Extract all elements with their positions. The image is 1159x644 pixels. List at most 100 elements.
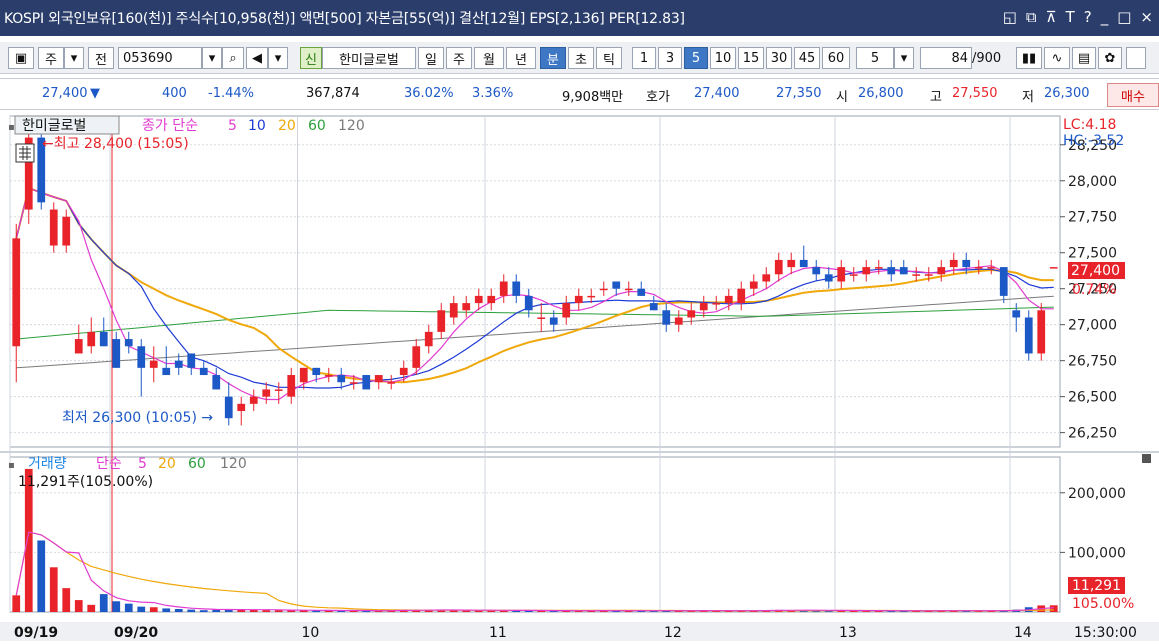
market-select[interactable]: 주 [38,47,64,69]
maximize-button[interactable]: □ [1117,8,1131,26]
period-minute[interactable]: 분 [540,47,566,69]
candle-body [12,238,21,347]
candle-body [762,274,771,282]
ma60-legend: 60 [308,118,326,134]
candle-body [612,281,621,289]
settings-icon[interactable]: ✿ [1098,47,1122,69]
minimize-button[interactable]: _ [1101,8,1109,26]
interval-10[interactable]: 10 [710,47,736,69]
candle-body [237,403,246,412]
candle-body [299,367,308,383]
volume-note: 11,291주(105.00%) [18,474,153,490]
volume-legend-ma-label: 단순 [96,456,122,472]
interval-input[interactable]: 5 [856,47,894,69]
save-icon[interactable]: ▤ [1072,47,1096,69]
candle-body [112,339,121,368]
candle-style-icon[interactable]: ▮▮ [1016,47,1042,69]
market-dropdown-icon[interactable]: ▾ [64,47,84,69]
interval-3[interactable]: 3 [658,47,682,69]
vol-ma5-line [15,531,1054,612]
candle-body [574,295,583,304]
price-tick-label: 28,000 [1068,174,1117,190]
interval-60[interactable]: 60 [822,47,850,69]
stock-code-input[interactable]: 053690 [118,47,202,69]
period-week[interactable]: 주 [446,47,472,69]
quote-bar: 27,400 ▼ 400 -1.44% 367,874 36.02% 3.36%… [0,78,1159,110]
interval-30[interactable]: 30 [766,47,792,69]
candle-body [887,267,896,275]
interval-5[interactable]: 5 [684,47,708,69]
ma120-line [16,295,1054,369]
speaker-dropdown-icon[interactable]: ▾ [268,47,288,69]
draw-tool-icon[interactable]: ∿ [1044,47,1070,69]
candle-body [1012,310,1021,318]
help-button[interactable]: ? [1084,8,1092,26]
change-percent: -1.44% [208,86,254,101]
volume-bar [62,588,71,612]
interval-dropdown-icon[interactable]: ▾ [894,47,914,69]
window-controls: ◱ ⧉ ⊼ T ? _ □ × [1003,8,1153,26]
volume-bar [187,609,196,612]
category-select[interactable]: 전 [88,47,114,69]
checkbox[interactable] [1126,47,1146,69]
candle-body [549,317,558,325]
font-icon[interactable]: T [1066,8,1075,26]
price-change: 400 [162,86,187,101]
ma60-line [16,306,1054,340]
buy-button[interactable]: 매수 [1107,83,1159,107]
candle-body [512,281,521,296]
candle-body [999,267,1008,296]
speaker-icon[interactable]: ◀ [246,47,268,69]
period-day[interactable]: 일 [418,47,444,69]
interval-45[interactable]: 45 [794,47,820,69]
bid-price: 27,350 [776,86,822,101]
period-year[interactable]: 년 [506,47,536,69]
search-icon[interactable]: ⌕ [222,47,244,69]
count-input[interactable]: 84 [920,47,972,69]
code-dropdown-icon[interactable]: ▾ [202,47,222,69]
x-axis-time: 15:30:00 [1074,625,1137,641]
candle-body [287,375,296,397]
candle-body [149,360,158,368]
candle-body [687,310,696,318]
candle-body [487,295,496,304]
price-tick-label: 27,750 [1068,210,1117,226]
close-button[interactable]: × [1140,8,1153,26]
interval-15[interactable]: 15 [738,47,764,69]
candle-body [774,259,783,275]
ma5-line [15,187,1054,401]
chart-area[interactable]: 28,250 28,000 27,750 27,500 27,250 27,000 26,7… [0,112,1159,641]
candle-body [62,216,71,246]
ma10-legend: 10 [248,118,266,134]
price-tick-label: 26,250 [1068,426,1117,442]
chart-svg[interactable]: 28,25028,00027,75027,50027,25027,00026,7… [0,112,1159,641]
volume-bar [74,600,83,612]
axes: 28,25028,00027,75027,50027,25027,00026,7… [0,138,1159,641]
candle-body [587,295,596,298]
restore-icon[interactable]: ◱ [1003,8,1017,26]
trade-amount: 9,908백만 [562,90,624,105]
candle-body [937,267,946,275]
period-second[interactable]: 초 [568,47,594,69]
last-volume-percent: 105.00% [1072,596,1134,612]
pin-icon[interactable]: ⊼ [1046,8,1057,26]
popout-icon[interactable]: ⧉ [1026,8,1037,26]
candle-body [174,360,183,368]
moving-averages [15,186,1054,401]
period-tick[interactable]: 틱 [596,47,622,69]
candle-body [1037,310,1046,354]
legend-bullet-icon: ▪ [8,122,15,133]
candle-body [899,267,908,275]
candle-body [162,367,171,376]
layout-icon[interactable]: ▣ [8,47,34,69]
volume-bar [49,567,58,612]
min-price-note: 최저 26,300 (10:05) → [62,410,213,426]
period-month[interactable]: 월 [474,47,504,69]
candle-body [249,396,258,404]
window-title: KOSPI 외국인보유[160(천)] 주식수[10,958(천)] 액면[50… [4,11,685,27]
panel-expand-icon[interactable] [1142,454,1151,463]
high-label: 고 [930,90,942,105]
high-price: 27,550 [952,86,998,101]
volume-panel-frame [9,456,1061,613]
interval-1[interactable]: 1 [632,47,656,69]
